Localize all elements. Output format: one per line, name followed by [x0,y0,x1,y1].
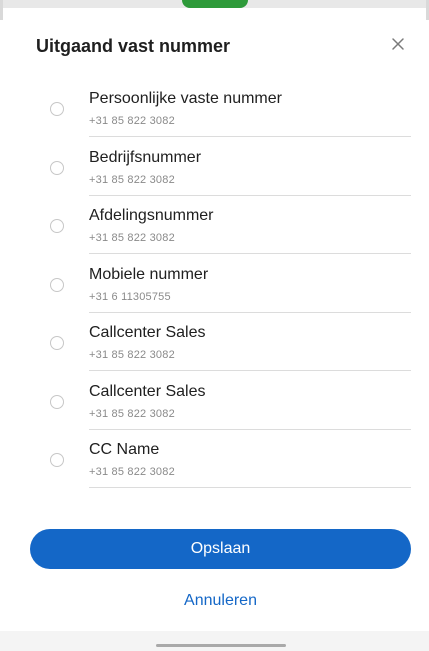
option-text: Callcenter Sales +31 85 822 3082 [89,322,411,371]
option-text: CC Name +31 85 822 3082 [89,439,411,488]
close-icon [392,38,404,50]
option-label: CC Name [89,441,160,458]
option-text: Mobiele nummer +31 6 11305755 [89,264,411,313]
option-row-callcenter-2[interactable]: Callcenter Sales +31 85 822 3082 [0,376,429,435]
option-text: Bedrijfsnummer +31 85 822 3082 [89,147,411,196]
radio-button[interactable] [50,336,64,350]
option-number: +31 85 822 3082 [89,173,175,186]
option-text: Afdelingsnummer +31 85 822 3082 [89,205,411,254]
status-bar [0,0,429,8]
option-number: +31 85 822 3082 [89,232,175,244]
option-row-personal[interactable]: Persoonlijke vaste nummer +31 85 822 308… [0,83,429,142]
option-row-department[interactable]: Afdelingsnummer +31 85 822 3082 [0,200,429,259]
option-label: Callcenter Sales [89,324,206,341]
option-row-cc-name[interactable]: CC Name +31 85 822 3082 [0,434,429,493]
radio-button[interactable] [50,453,64,467]
option-number: +31 85 822 3082 [89,349,175,361]
home-indicator[interactable] [156,644,286,647]
option-number: +31 6 11305755 [89,290,171,303]
option-row-mobile[interactable]: Mobiele nummer +31 6 11305755 [0,259,429,318]
option-label: Mobiele nummer [89,265,209,283]
call-indicator [182,0,248,8]
radio-button[interactable] [50,394,64,409]
radio-button[interactable] [50,277,64,292]
option-number: +31 85 822 3082 [89,115,175,127]
number-options-list: Persoonlijke vaste nummer +31 85 822 308… [0,83,429,493]
option-text: Callcenter Sales +31 85 822 3082 [89,381,411,430]
cancel-link[interactable]: Annuleren [0,592,429,610]
close-button[interactable] [386,32,410,56]
option-row-company[interactable]: Bedrijfsnummer +31 85 822 3082 [0,142,429,201]
option-label: Callcenter Sales [89,382,206,400]
option-label: Afdelingsnummer [89,207,214,224]
option-row-callcenter-1[interactable]: Callcenter Sales +31 85 822 3082 [0,317,429,376]
radio-button[interactable] [50,219,64,233]
option-label: Bedrijfsnummer [89,148,202,166]
dialog-title: Uitgaand vast nummer [36,36,231,56]
option-number: +31 85 822 3082 [89,407,175,420]
option-number: +31 85 822 3082 [89,466,175,478]
option-text: Persoonlijke vaste nummer +31 85 822 308… [89,88,411,137]
radio-button[interactable] [50,102,64,116]
save-button[interactable]: Opslaan [30,529,411,569]
option-label: Persoonlijke vaste nummer [89,90,282,107]
navigation-bar [0,631,429,651]
radio-button[interactable] [50,160,64,175]
sheet-edge-left [0,0,3,20]
